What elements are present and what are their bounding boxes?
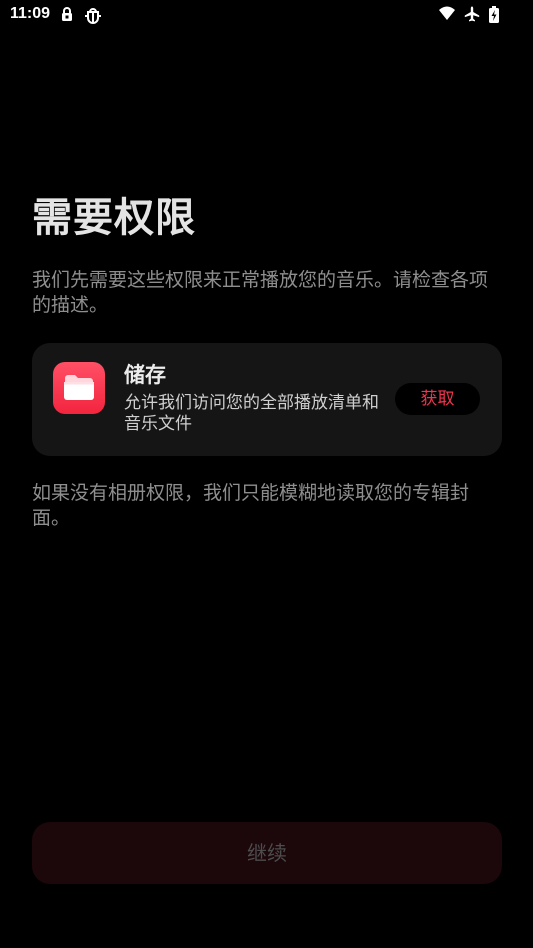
storage-permission-card: 储存 允许我们访问您的全部播放清单和音乐文件 获取 xyxy=(32,343,502,456)
folder-icon xyxy=(53,362,105,414)
page-description: 我们先需要这些权限来正常播放您的音乐。请检查各项的描述。 xyxy=(32,269,489,316)
permission-description: 允许我们访问您的全部播放清单和音乐文件 xyxy=(124,393,379,434)
battery-charging-icon xyxy=(488,6,504,23)
bug-icon xyxy=(84,6,101,24)
continue-button[interactable]: 继续 xyxy=(32,822,502,884)
grant-permission-button[interactable]: 获取 xyxy=(395,383,480,415)
status-bar: 11:09 xyxy=(0,0,533,30)
page-title: 需要权限 xyxy=(32,195,196,241)
permission-title: 储存 xyxy=(124,363,166,387)
status-time: 11:09 xyxy=(10,5,51,22)
wifi-icon xyxy=(438,6,455,22)
album-art-note: 如果没有相册权限，我们只能模糊地读取您的专辑封面。 xyxy=(32,482,470,529)
airplane-icon xyxy=(464,6,480,22)
lock-icon xyxy=(60,6,76,22)
